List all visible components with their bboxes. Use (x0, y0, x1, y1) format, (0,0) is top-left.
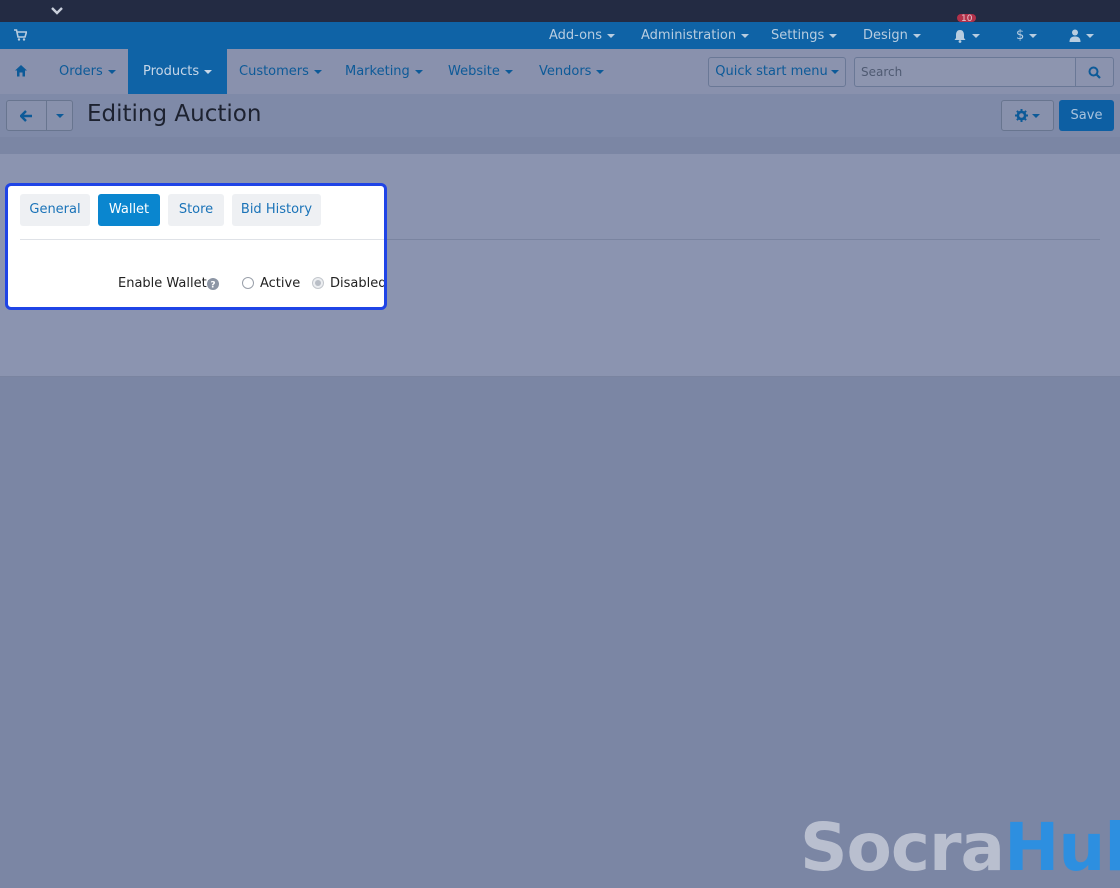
save-button[interactable]: Save (1059, 100, 1114, 131)
admin-menu-label: Settings (771, 28, 825, 43)
admin-menu-label: Design (863, 28, 908, 43)
radio-disabled-label: Disabled (330, 276, 387, 291)
caret-down-icon (607, 33, 616, 38)
caret-down-icon (830, 69, 839, 74)
caret-down-icon (1029, 33, 1038, 38)
search-input[interactable] (854, 57, 1075, 87)
currency-menu[interactable]: $ (1016, 22, 1038, 49)
nav-item-label: Orders (59, 64, 103, 79)
logo-part1: Socra (800, 809, 1005, 886)
caret-down-icon (741, 33, 750, 38)
tab-general[interactable]: General (20, 194, 90, 226)
logo-part2: Hub (1004, 809, 1120, 886)
admin-menu-design[interactable]: Design (863, 22, 921, 49)
quick-start-menu-button[interactable]: Quick start menu (708, 57, 846, 87)
arrow-left-icon (20, 109, 33, 122)
tab-store[interactable]: Store (168, 194, 224, 226)
top-strip (0, 0, 1120, 22)
nav-item-label: Customers (239, 64, 309, 79)
caret-down-icon (414, 69, 423, 74)
svg-text:?: ? (210, 280, 215, 290)
caret-down-icon (504, 69, 513, 74)
back-button[interactable] (6, 100, 47, 131)
admin-menu-administration[interactable]: Administration (641, 22, 750, 49)
nav-item-marketing[interactable]: Marketing (345, 49, 423, 94)
radio-disabled[interactable] (312, 277, 324, 289)
gear-icon (1015, 109, 1028, 122)
currency-label: $ (1016, 28, 1025, 43)
enable-wallet-label: Enable Wallet: (118, 276, 212, 291)
question-circle-icon[interactable]: ? (207, 278, 219, 290)
caret-down-icon (912, 33, 921, 38)
chevron-down-icon[interactable] (50, 5, 64, 17)
caret-down-icon (972, 33, 980, 38)
tab-bid-history[interactable]: Bid History (232, 194, 321, 226)
caret-down-icon (55, 113, 64, 118)
caret-down-icon (313, 69, 322, 74)
nav-item-label: Website (448, 64, 500, 79)
nav-item-label: Marketing (345, 64, 410, 79)
nav-item-vendors[interactable]: Vendors (539, 49, 605, 94)
nav-item-label: Products (143, 64, 200, 79)
caret-down-icon (1086, 33, 1094, 38)
admin-menu-label: Add-ons (549, 28, 603, 43)
notification-badge: 10 (957, 14, 977, 22)
socrahub-logo: SocraHub (800, 808, 1120, 888)
caret-down-icon (1032, 113, 1040, 118)
search-icon (1088, 66, 1101, 79)
nav-item-website[interactable]: Website (448, 49, 513, 94)
caret-down-icon (107, 69, 116, 74)
radio-active-label: Active (260, 276, 301, 291)
quick-start-label: Quick start menu (715, 64, 828, 79)
radio-active[interactable] (242, 277, 254, 289)
page-title: Editing Auction (87, 101, 262, 127)
admin-menu-label: Administration (641, 28, 737, 43)
highlighted-panel: General Wallet Store Bid History Enable … (5, 183, 387, 310)
bell-icon (953, 29, 967, 43)
caret-down-icon (596, 69, 605, 74)
nav-item-orders[interactable]: Orders (59, 49, 116, 94)
settings-dropdown-button[interactable] (1001, 100, 1054, 131)
tab-wallet[interactable]: Wallet (98, 194, 160, 226)
home-icon[interactable] (14, 64, 28, 77)
cart-icon[interactable] (14, 29, 27, 41)
admin-menu-addons[interactable]: Add-ons (549, 22, 616, 49)
caret-down-icon (829, 33, 838, 38)
admin-menu-settings[interactable]: Settings (771, 22, 838, 49)
back-dropdown-button[interactable] (47, 100, 73, 131)
nav-item-products[interactable]: Products (128, 49, 228, 94)
nav-item-label: Vendors (539, 64, 592, 79)
tabs-divider (20, 239, 384, 240)
user-menu[interactable] (1069, 22, 1094, 49)
caret-down-icon (204, 69, 213, 74)
user-icon (1069, 29, 1081, 42)
nav-item-customers[interactable]: Customers (239, 49, 322, 94)
search-button[interactable] (1075, 57, 1114, 87)
notifications-menu[interactable] (953, 22, 980, 49)
admin-bar: Add-ons Administration Settings Design $ (0, 22, 1120, 49)
